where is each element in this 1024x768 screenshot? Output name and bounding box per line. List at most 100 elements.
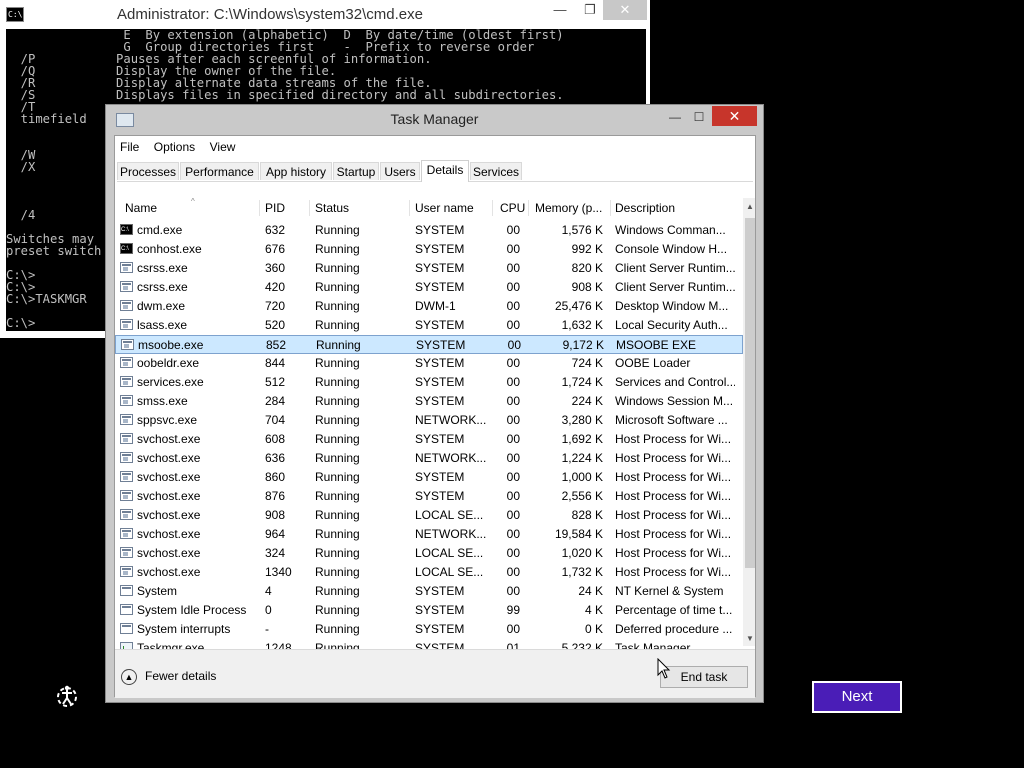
table-row[interactable]: dwm.exe 720 Running DWM-1 00 25,476 K Desktop … (115, 297, 743, 316)
column-header-cpu[interactable]: CPU (500, 198, 525, 218)
process-cpu: 00 (506, 584, 520, 598)
process-description: Local Security Auth... (615, 318, 728, 332)
table-row[interactable]: svchost.exe 324 Running LOCAL SE... 00 1,020 … (115, 544, 743, 563)
table-row[interactable]: svchost.exe 1340 Running LOCAL SE... 00 1,732… (115, 563, 743, 582)
tab-users[interactable]: Users (380, 162, 420, 180)
column-header-status[interactable]: Status (315, 198, 405, 218)
process-name: svchost.exe (137, 508, 201, 522)
tab-startup[interactable]: Startup (333, 162, 379, 180)
process-description: Host Process for Wi... (615, 565, 732, 579)
process-cpu: 00 (506, 508, 520, 522)
table-row[interactable]: svchost.exe 608 Running SYSTEM 00 1,692 K Host… (115, 430, 743, 449)
scroll-thumb[interactable] (745, 218, 755, 568)
process-icon (120, 452, 133, 463)
table-row[interactable]: smss.exe 284 Running SYSTEM 00 224 K Windows S… (115, 392, 743, 411)
process-pid: 860 (265, 470, 286, 484)
column-header-description[interactable]: Description (615, 198, 735, 218)
column-divider[interactable] (309, 200, 310, 216)
table-row[interactable]: svchost.exe 876 Running SYSTEM 00 2,556 K Host… (115, 487, 743, 506)
menu-view[interactable]: View (205, 136, 241, 154)
column-divider[interactable] (409, 200, 410, 216)
fewer-details-link[interactable]: ▲ Fewer details (121, 666, 216, 686)
process-user: SYSTEM (415, 432, 465, 446)
table-row[interactable]: svchost.exe 636 Running NETWORK... 00 1,224 K… (115, 449, 743, 468)
column-header-user-name[interactable]: User name (415, 198, 490, 218)
table-row[interactable]: conhost.exe 676 Running SYSTEM 00 992 K Consol… (115, 240, 743, 259)
table-row[interactable]: svchost.exe 908 Running LOCAL SE... 00 828 K H… (115, 506, 743, 525)
process-icon (120, 281, 133, 292)
process-user: SYSTEM (415, 603, 465, 617)
table-row[interactable]: svchost.exe 964 Running NETWORK... 00 19,584 … (115, 525, 743, 544)
tm-maximize-button[interactable]: ☐ (687, 109, 711, 125)
cmd-titlebar[interactable]: C:\. Administrator: C:\Windows\system32\… (0, 0, 650, 29)
column-divider[interactable] (528, 200, 529, 216)
table-row[interactable]: services.exe 512 Running SYSTEM 00 1,724 K Ser… (115, 373, 743, 392)
process-memory: 2,556 K (561, 489, 603, 503)
tab-details[interactable]: Details (421, 160, 469, 182)
column-label: Name (125, 201, 158, 215)
process-description: Deferred procedure ... (615, 622, 733, 636)
column-header-memory[interactable]: Memory (p... (535, 198, 607, 218)
process-cpu: 00 (506, 413, 520, 427)
column-divider[interactable] (610, 200, 611, 216)
table-row[interactable]: csrss.exe 420 Running SYSTEM 00 908 K Client S… (115, 278, 743, 297)
tab-processes[interactable]: Processes (117, 162, 179, 180)
process-pid: 284 (265, 394, 286, 408)
process-name: oobeldr.exe (137, 356, 200, 370)
process-pid: 520 (265, 318, 286, 332)
column-divider[interactable] (259, 200, 260, 216)
tm-client-area: File Options View Processes Performance … (114, 135, 756, 698)
end-task-button[interactable]: End task (660, 666, 748, 688)
column-header-pid[interactable]: PID (265, 198, 305, 218)
next-button[interactable]: Next (812, 681, 902, 713)
process-user: SYSTEM (415, 318, 465, 332)
vertical-scrollbar[interactable]: ▲ ▼ (743, 198, 755, 646)
process-status: Running (315, 470, 360, 484)
table-row[interactable]: msoobe.exe 852 Running SYSTEM 00 9,172 K MSOOB… (115, 335, 743, 354)
process-description: Services and Control... (615, 375, 735, 389)
tab-services[interactable]: Services (470, 162, 522, 180)
table-row[interactable]: lsass.exe 520 Running SYSTEM 00 1,632 K Local … (115, 316, 743, 335)
table-header: Name ^ PID Status User name CPU Memory (… (115, 198, 743, 218)
table-row[interactable]: System interrupts - Running SYSTEM 00 0 K Defe… (115, 620, 743, 639)
cmd-window-title: Administrator: C:\Windows\system32\cmd.e… (117, 6, 423, 23)
process-pid: 844 (265, 356, 286, 370)
process-pid: 964 (265, 527, 286, 541)
scroll-down-icon[interactable]: ▼ (743, 632, 755, 646)
cmd-close-button[interactable]: ✕ (603, 0, 647, 20)
process-description: Windows Comman... (615, 223, 726, 237)
column-divider[interactable] (492, 200, 493, 216)
table-row[interactable]: System 4 Running SYSTEM 00 24 K NT Kernel & Sy… (115, 582, 743, 601)
column-header-name[interactable]: Name ^ (125, 198, 255, 218)
process-memory: 9,172 K (562, 338, 604, 352)
tm-minimize-button[interactable]: — (663, 109, 687, 125)
tm-close-button[interactable]: ✕ (712, 106, 757, 126)
table-row[interactable]: System Idle Process 0 Running SYSTEM 99 4 K Pe… (115, 601, 743, 620)
task-manager-window[interactable]: Task Manager — ☐ ✕ File Options View Pro… (105, 104, 764, 703)
process-user: SYSTEM (415, 584, 465, 598)
table-row[interactable]: oobeldr.exe 844 Running SYSTEM 00 724 K OOBE L… (115, 354, 743, 373)
process-pid: 676 (265, 242, 286, 256)
menu-options[interactable]: Options (149, 136, 200, 154)
process-description: Host Process for Wi... (615, 451, 732, 465)
process-icon (120, 604, 133, 615)
process-pid: 360 (265, 261, 286, 275)
process-description: Client Server Runtim... (615, 261, 735, 275)
table-row[interactable]: sppsvc.exe 704 Running NETWORK... 00 3,280 K M… (115, 411, 743, 430)
process-status: Running (315, 432, 360, 446)
process-name: svchost.exe (137, 432, 201, 446)
ease-of-access-icon[interactable] (54, 683, 80, 709)
tm-titlebar[interactable]: Task Manager — ☐ ✕ (106, 105, 763, 133)
process-description: Host Process for Wi... (615, 527, 732, 541)
table-row[interactable]: csrss.exe 360 Running SYSTEM 00 820 K Client S… (115, 259, 743, 278)
menu-file[interactable]: File (115, 136, 144, 154)
process-name: conhost.exe (137, 242, 202, 256)
tab-app-history[interactable]: App history (260, 162, 332, 180)
tab-performance[interactable]: Performance (180, 162, 259, 180)
table-row[interactable]: cmd.exe 632 Running SYSTEM 00 1,576 K Windows … (115, 221, 743, 240)
process-status: Running (315, 584, 360, 598)
table-row[interactable]: svchost.exe 860 Running SYSTEM 00 1,000 K Host… (115, 468, 743, 487)
process-name: csrss.exe (137, 280, 188, 294)
scroll-up-icon[interactable]: ▲ (743, 200, 755, 214)
process-name: smss.exe (137, 394, 188, 408)
